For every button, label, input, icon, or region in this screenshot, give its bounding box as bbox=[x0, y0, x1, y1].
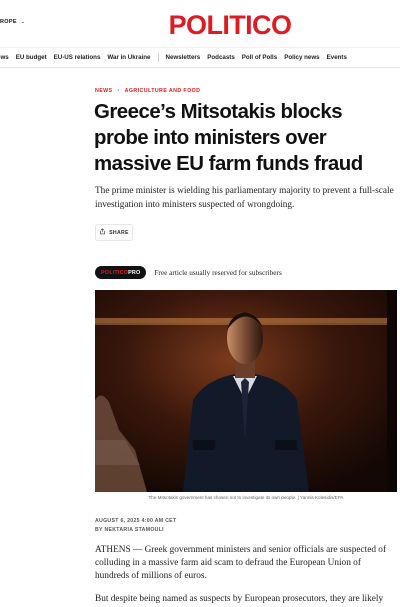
nav-item-newsletters[interactable]: Newsletters bbox=[166, 54, 201, 61]
nav-item-eu-us-relations[interactable]: EU-US relations bbox=[54, 54, 101, 61]
pro-notice: POLITICO PRO Free article usually reserv… bbox=[95, 266, 282, 279]
photo-caption: The Mitsotakis government has chosen not… bbox=[148, 495, 344, 500]
publish-date: AUGUST 6, 2025 4:00 AM CET bbox=[95, 518, 177, 524]
article-headline: Greece’s Mitsotakis blocks probe into mi… bbox=[94, 101, 363, 175]
share-button[interactable]: SHARE bbox=[95, 224, 133, 241]
nav-item-eu-budget[interactable]: EU budget bbox=[16, 54, 47, 61]
nav-item-policy-news[interactable]: Policy news bbox=[284, 54, 319, 61]
breadcrumb-separator: • bbox=[117, 88, 120, 94]
nav-divider bbox=[157, 53, 159, 62]
article-dek: The prime minister is wielding his parli… bbox=[95, 186, 394, 210]
nav-item-events[interactable]: Events bbox=[327, 54, 347, 61]
pro-notice-text: Free article usually reserved for subscr… bbox=[154, 268, 282, 277]
article-paragraph: But despite being named as suspects by E… bbox=[95, 594, 384, 604]
nav-topics: ews EU budget EU-US relations War in Ukr… bbox=[0, 54, 151, 61]
nav-item[interactable]: ews bbox=[0, 54, 9, 61]
share-icon bbox=[99, 228, 106, 237]
breadcrumb: NEWS • AGRICULTURE AND FOOD bbox=[95, 88, 200, 94]
main-nav: ews EU budget EU-US relations War in Ukr… bbox=[0, 47, 400, 68]
article-paragraph: ATHENS — Greek government ministers and … bbox=[95, 545, 387, 582]
share-label: SHARE bbox=[109, 229, 129, 236]
site-header: ROPE ⌄ POLITICO bbox=[0, 0, 400, 48]
nav-item-podcasts[interactable]: Podcasts bbox=[207, 54, 235, 61]
breadcrumb-news[interactable]: NEWS bbox=[95, 88, 113, 94]
pro-badge-part1: POLITICO bbox=[101, 269, 129, 276]
author-byline[interactable]: BY NEKTARIA STAMOULI bbox=[95, 527, 164, 533]
breadcrumb-agriculture[interactable]: AGRICULTURE AND FOOD bbox=[125, 88, 201, 94]
pro-badge-part2: PRO bbox=[128, 269, 141, 276]
nav-item-poll-of-polls[interactable]: Poll of Polls bbox=[242, 54, 277, 61]
politico-logo[interactable]: POLITICO bbox=[0, 10, 400, 41]
politico-pro-badge: POLITICO PRO bbox=[95, 266, 147, 279]
article-photo bbox=[95, 290, 397, 492]
nav-sections: Newsletters Podcasts Poll of Polls Polic… bbox=[166, 54, 347, 61]
nav-item-war-in-ukraine[interactable]: War in Ukraine bbox=[107, 54, 150, 61]
